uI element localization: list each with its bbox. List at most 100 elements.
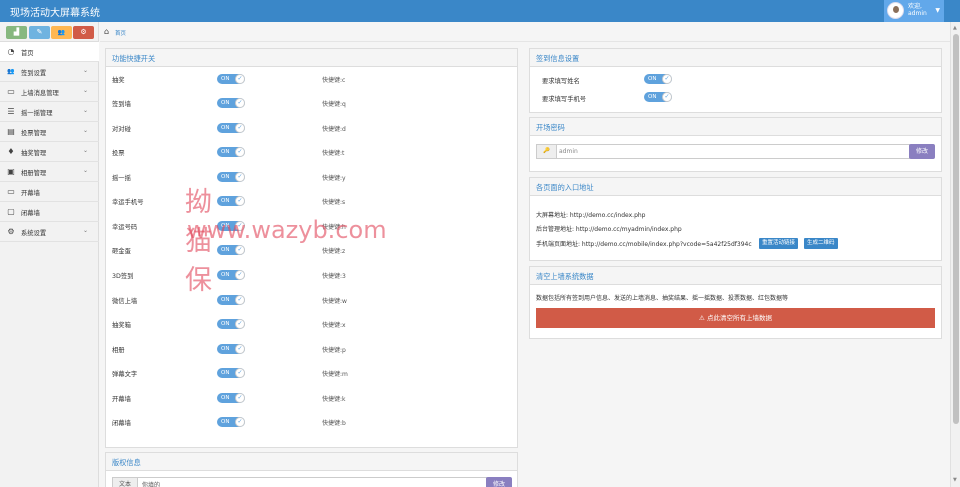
user-name: admin <box>908 10 927 17</box>
panel-title: 功能快捷开关 <box>112 54 156 63</box>
desktop-icon: ▭ <box>7 87 15 96</box>
feature-row: 开幕墙 ON ✓ 快捷键:k <box>112 391 512 405</box>
password-save-button[interactable]: 修改 <box>909 144 935 159</box>
sidebar-item-label: 系统设置 <box>21 230 47 237</box>
clear-data-button-label: 点此清空所有上墙数据 <box>706 314 772 322</box>
signin-settings-panel: 签到信息设置 要求填写姓名 ON ✓ 要求填写手机号 ON ✓ <box>529 48 942 113</box>
feature-label: 投票 <box>112 150 125 157</box>
feature-label: 相册 <box>112 347 125 354</box>
watermark-url: www.wazyb.com <box>187 216 387 244</box>
require-phone-toggle[interactable]: ON ✓ <box>644 92 672 102</box>
feature-label: 微信上墙 <box>112 298 138 305</box>
shortcut-key: 快捷键:c <box>322 77 346 84</box>
panel-header: 开场密码 <box>530 118 941 136</box>
sidebar-item-signin-settings[interactable]: 👥 签到设置 ⌄ <box>0 62 99 82</box>
gift-icon: ♦ <box>7 147 15 156</box>
toggle-on-label: ON <box>221 76 230 82</box>
feature-toggle[interactable]: ON ✓ <box>217 270 245 280</box>
scroll-down-arrow-icon[interactable]: ▼ <box>953 477 957 483</box>
signal-icon[interactable]: ▟ <box>6 26 27 39</box>
entry-urls-panel: 各页面的入口地址 大屏幕地址: http://demo.cc/index.php… <box>529 177 942 261</box>
copyright-save-button[interactable]: 修改 <box>486 477 512 487</box>
require-name-label: 要求填写姓名 <box>542 78 580 85</box>
avatar <box>887 2 904 19</box>
sidebar-item-album[interactable]: ▣ 相册管理 ⌄ <box>0 162 99 182</box>
app-title: 现场活动大屏幕系统 <box>10 8 100 19</box>
feature-toggle[interactable]: ON ✓ <box>217 295 245 305</box>
feature-toggle[interactable]: ON ✓ <box>217 368 245 378</box>
pencil-icon[interactable]: ✎ <box>29 26 50 39</box>
feature-label: 幸运手机号 <box>112 199 144 206</box>
feature-toggle[interactable]: ON ✓ <box>217 393 245 403</box>
sidebar-item-vote[interactable]: ▤ 投票管理 ⌄ <box>0 122 99 142</box>
panel-title: 开场密码 <box>536 123 565 132</box>
toggle-on-label: ON <box>221 395 230 401</box>
list-icon: ☰ <box>7 107 15 116</box>
sidebar-item-wall-messages[interactable]: ▭ 上墙消息管理 ⌄ <box>0 82 99 102</box>
scroll-up-arrow-icon[interactable]: ▲ <box>953 25 957 31</box>
feature-toggle[interactable]: ON ✓ <box>217 147 245 157</box>
chevron-down-icon: ⌄ <box>82 147 88 154</box>
users-icon[interactable]: 👥 <box>51 26 72 39</box>
toggle-on-label: ON <box>221 272 230 278</box>
shortcut-key: 快捷键:y <box>322 175 346 182</box>
user-menu[interactable]: 欢迎, admin ▼ <box>884 0 944 22</box>
feature-toggle[interactable]: ON ✓ <box>217 98 245 108</box>
sidebar-item-lottery[interactable]: ♦ 抽奖管理 ⌄ <box>0 142 99 162</box>
feature-toggle[interactable]: ON ✓ <box>217 196 245 206</box>
clear-data-button[interactable]: ⚠ 点此清空所有上墙数据 <box>536 308 935 328</box>
sidebar-shortcuts: ▟ ✎ 👥 ⚙ <box>0 22 99 42</box>
admin-url: 后台管理地址: http://demo.cc/myadmin/index.php <box>536 226 682 233</box>
panel-header: 功能快捷开关 <box>106 49 517 67</box>
copyright-panel: 版权信息 文本 修改 <box>105 452 518 487</box>
list-alt-icon: ▤ <box>7 127 15 136</box>
sidebar-item-label: 上墙消息管理 <box>21 90 59 97</box>
scrollbar-thumb[interactable] <box>953 34 959 424</box>
sidebar-item-label: 抽奖管理 <box>21 150 47 157</box>
panel-title: 各页面的入口地址 <box>536 183 594 192</box>
feature-label: 砸金蛋 <box>112 248 131 255</box>
check-icon: ✓ <box>235 295 245 305</box>
feature-toggle[interactable]: ON ✓ <box>217 344 245 354</box>
feature-label: 3D签到 <box>112 273 134 280</box>
require-phone-label: 要求填写手机号 <box>542 96 587 103</box>
feature-row: 微信上墙 ON ✓ 快捷键:w <box>112 293 512 307</box>
panel-header: 清空上墙系统数据 <box>530 267 941 285</box>
feature-toggle[interactable]: ON ✓ <box>217 319 245 329</box>
feature-toggle[interactable]: ON ✓ <box>217 245 245 255</box>
feature-row: 砸金蛋 ON ✓ 快捷键:z <box>112 243 512 257</box>
shortcut-key: 快捷键:z <box>322 248 346 255</box>
generate-qrcode-button[interactable]: 生成二维码 <box>804 238 838 249</box>
feature-label: 签到墙 <box>112 101 131 108</box>
sidebar-item-system-settings[interactable]: ⚙ 系统设置 ⌄ <box>0 222 99 242</box>
panel-title: 签到信息设置 <box>536 54 580 63</box>
chevron-down-icon: ⌄ <box>82 107 88 114</box>
feature-toggle[interactable]: ON ✓ <box>217 417 245 427</box>
check-icon: ✓ <box>235 270 245 280</box>
top-navbar: 现场活动大屏幕系统 欢迎, admin ▼ <box>0 0 960 22</box>
chevron-down-icon: ⌄ <box>82 67 88 74</box>
panel-header: 版权信息 <box>106 453 517 471</box>
sidebar-item-shake[interactable]: ☰ 摇一摇管理 ⌄ <box>0 102 99 122</box>
sidebar-item-home[interactable]: ◔ 首页 <box>0 42 99 62</box>
panel-title: 清空上墙系统数据 <box>536 272 594 281</box>
home-icon[interactable]: ⌂ <box>104 27 109 36</box>
welcome-text: 欢迎, <box>908 3 922 10</box>
panel-header: 签到信息设置 <box>530 49 941 67</box>
users-icon: 👥 <box>7 68 15 75</box>
password-input[interactable] <box>556 144 910 159</box>
reset-link-button[interactable]: 重置活动链接 <box>759 238 799 249</box>
page-scrollbar[interactable]: ▲ ▼ <box>950 22 960 487</box>
breadcrumb-home[interactable]: 首页 <box>115 29 126 37</box>
sidebar-item-opening-wall[interactable]: ▭ 开幕墙 <box>0 182 99 202</box>
cogs-icon[interactable]: ⚙ <box>73 26 94 39</box>
clear-description: 数据包括所有签到用户信息、发送的上墙消息、抽奖结果、摇一摇数据、投票数据、红包数… <box>536 295 789 302</box>
shortcut-key: 快捷键:d <box>322 126 346 133</box>
require-name-toggle[interactable]: ON ✓ <box>644 74 672 84</box>
feature-toggle[interactable]: ON ✓ <box>217 123 245 133</box>
shortcut-key: 快捷键:w <box>322 298 347 305</box>
feature-toggle[interactable]: ON ✓ <box>217 172 245 182</box>
copyright-input[interactable] <box>137 477 487 487</box>
sidebar-item-closing-wall[interactable]: ▢ 闭幕墙 <box>0 202 99 222</box>
feature-toggle[interactable]: ON ✓ <box>217 74 245 84</box>
